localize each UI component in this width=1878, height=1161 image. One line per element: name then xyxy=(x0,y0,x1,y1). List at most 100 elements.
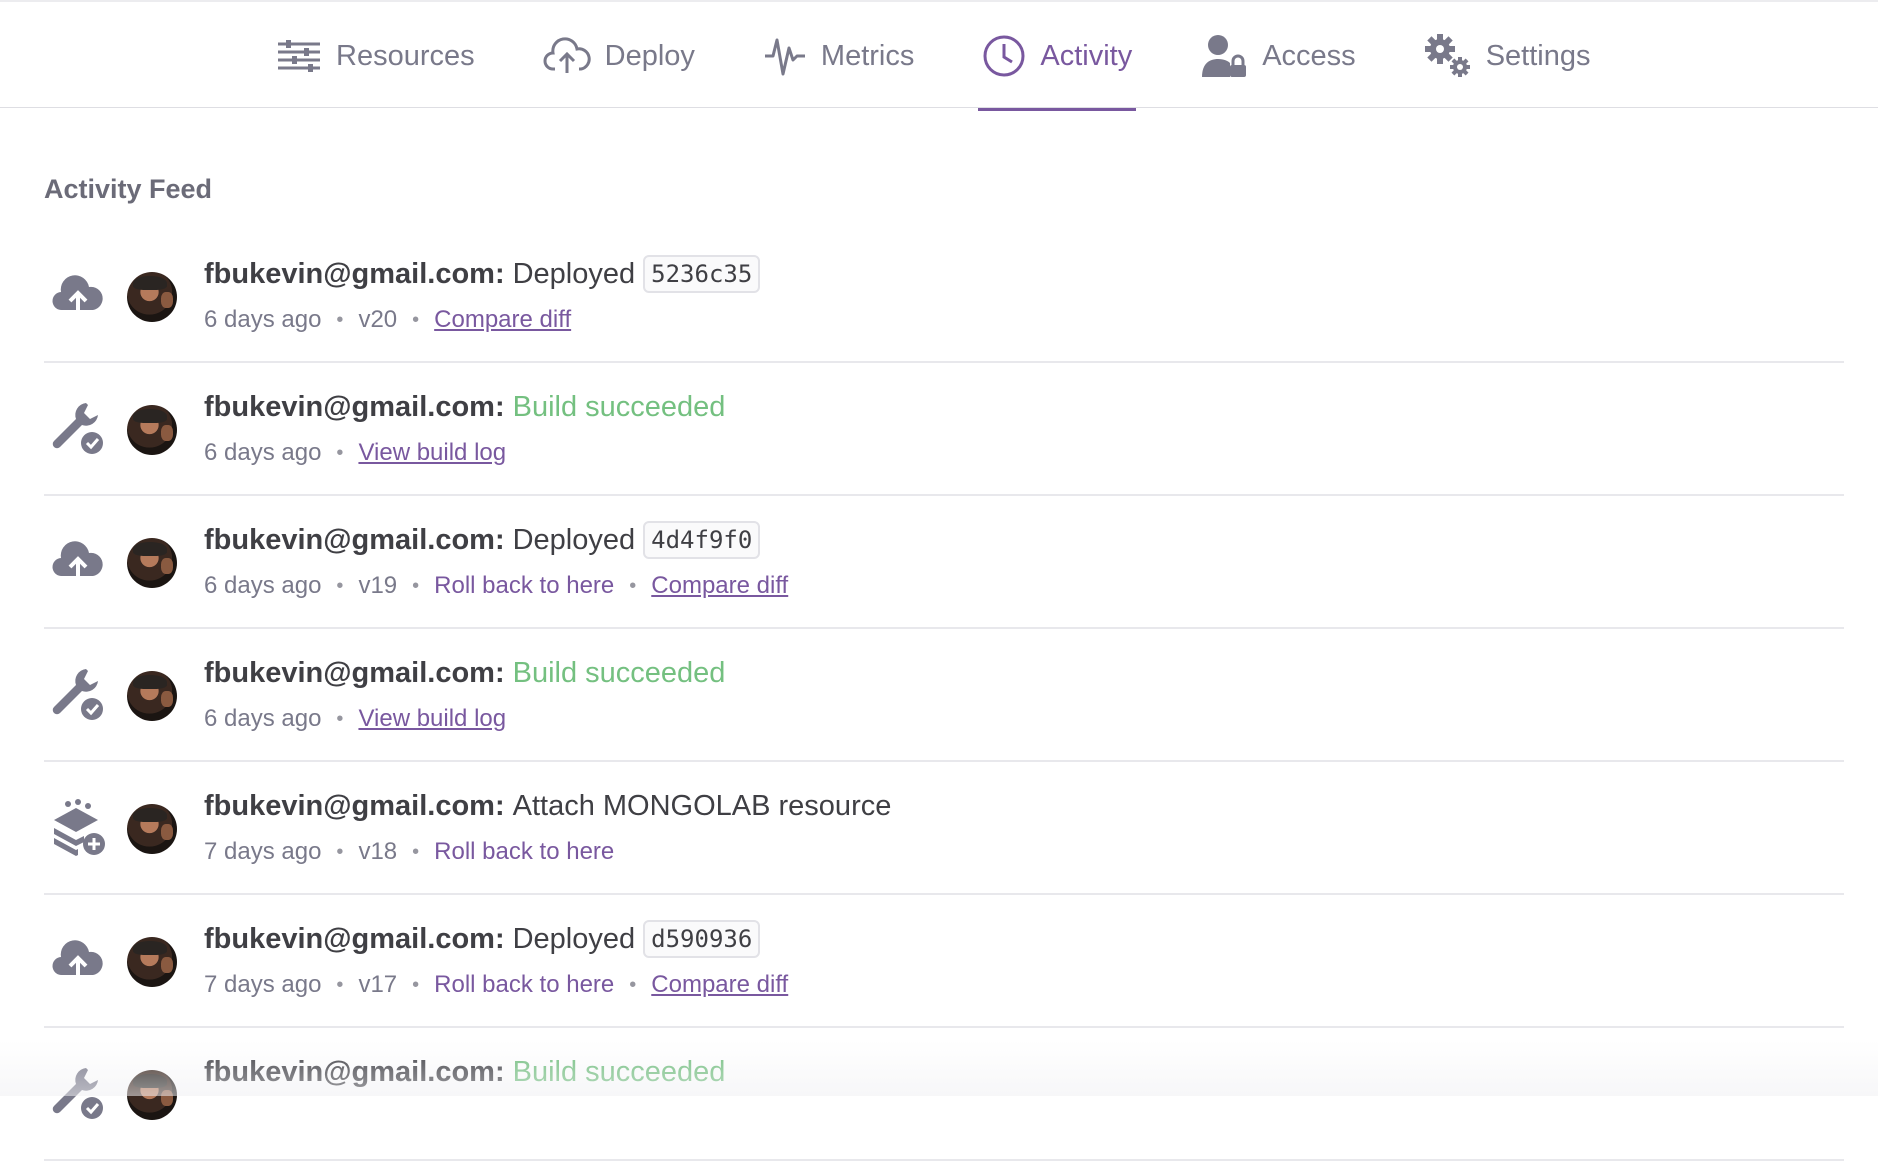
avatar[interactable] xyxy=(127,804,177,854)
activity-item: fbukevin@gmail.com: Build succeeded 6 days… xyxy=(44,629,1844,762)
separator-dot: • xyxy=(336,442,344,464)
separator-dot: • xyxy=(336,575,344,597)
activity-meta: 7 days ago • v17 • Roll back to here • Compare… xyxy=(204,969,788,1001)
activity-user: fbukevin@gmail.com: xyxy=(204,657,505,689)
activity-meta: 6 days ago • v19 • Roll back to here • Compare… xyxy=(204,570,788,602)
avatar[interactable] xyxy=(127,405,177,455)
tab-metrics-label: Metrics xyxy=(820,39,915,72)
tab-settings[interactable]: Settings xyxy=(1420,2,1595,110)
wrench-check-icon xyxy=(48,1064,108,1124)
activity-time: 6 days ago xyxy=(204,306,322,333)
addon-attach-icon xyxy=(48,798,108,858)
activity-icon xyxy=(982,34,1026,78)
activity-time: 6 days ago xyxy=(204,572,322,599)
activity-user: fbukevin@gmail.com: xyxy=(204,258,505,290)
activity-time: 6 days ago xyxy=(204,439,322,466)
commit-hash: 4d4f9f0 xyxy=(643,521,761,559)
wrench-check-icon xyxy=(48,399,108,459)
compare-diff-link[interactable]: Compare diff xyxy=(651,969,788,1001)
release-version: v19 xyxy=(358,572,398,599)
commit-hash: d590936 xyxy=(643,920,761,958)
activity-action: Build succeeded xyxy=(512,1056,726,1088)
activity-action: Attach MONGOLAB resource xyxy=(512,790,892,822)
release-version: v18 xyxy=(358,838,398,865)
tab-activity[interactable]: Activity xyxy=(978,2,1137,111)
compare-diff-link[interactable]: Compare diff xyxy=(651,570,788,602)
tab-deploy-label: Deploy xyxy=(604,39,695,72)
separator-dot: • xyxy=(412,974,420,996)
activity-item: fbukevin@gmail.com: Build succeeded 6 days… xyxy=(44,363,1844,496)
settings-icon xyxy=(1424,33,1472,79)
commit-hash: 5236c35 xyxy=(643,255,761,293)
top-navigation: Resources Deploy Metrics Activity Access xyxy=(0,0,1878,111)
rollback-link[interactable]: Roll back to here xyxy=(434,836,614,868)
tab-activity-label: Activity xyxy=(1040,39,1133,72)
activity-feed-title: Activity Feed xyxy=(44,174,213,204)
tab-metrics[interactable]: Metrics xyxy=(759,2,918,110)
activity-meta: 6 days ago • v20 • Compare diff xyxy=(204,304,571,336)
activity-summary: fbukevin@gmail.com: Build succeeded xyxy=(204,387,725,427)
activity-user: fbukevin@gmail.com: xyxy=(204,391,505,423)
activity-item: fbukevin@gmail.com: Attach MONGOLAB resou… xyxy=(44,762,1844,895)
activity-meta: 7 days ago • v18 • Roll back to here xyxy=(204,836,614,868)
tab-access-label: Access xyxy=(1262,39,1356,72)
resources-icon xyxy=(276,38,322,74)
activity-feed-list: fbukevin@gmail.com: Deployed 5236c35 6 days… xyxy=(44,230,1844,1161)
release-version: v17 xyxy=(358,971,398,998)
activity-summary: fbukevin@gmail.com: Build succeeded xyxy=(204,653,725,693)
separator-dot: • xyxy=(412,309,420,331)
avatar[interactable] xyxy=(127,671,177,721)
activity-time: 6 days ago xyxy=(204,705,322,732)
activity-feed: Activity Feed fbukevin@gmail.com: Deploye… xyxy=(44,108,1844,1161)
activity-user: fbukevin@gmail.com: xyxy=(204,524,505,556)
activity-summary: fbukevin@gmail.com: Attach MONGOLAB resou… xyxy=(204,786,891,826)
tab-access[interactable]: Access xyxy=(1196,2,1359,110)
separator-dot: • xyxy=(336,309,344,331)
activity-item: fbukevin@gmail.com: Build succeeded xyxy=(44,1028,1844,1161)
metrics-icon xyxy=(763,34,807,78)
activity-summary: fbukevin@gmail.com: Build succeeded xyxy=(204,1052,725,1092)
rollback-link[interactable]: Roll back to here xyxy=(434,969,614,1001)
deploy-icon xyxy=(543,37,591,75)
avatar[interactable] xyxy=(127,272,177,322)
activity-item: fbukevin@gmail.com: Deployed d590936 7 days… xyxy=(44,895,1844,1028)
separator-dot: • xyxy=(336,708,344,730)
avatar[interactable] xyxy=(127,538,177,588)
avatar[interactable] xyxy=(127,1070,177,1120)
tab-deploy[interactable]: Deploy xyxy=(539,2,699,110)
activity-action: Build succeeded xyxy=(512,391,726,423)
cloud-upload-icon xyxy=(48,266,108,326)
wrench-check-icon xyxy=(48,665,108,725)
activity-item: fbukevin@gmail.com: Deployed 4d4f9f0 6 days… xyxy=(44,496,1844,629)
activity-user: fbukevin@gmail.com: xyxy=(204,790,505,822)
tab-resources-label: Resources xyxy=(336,39,475,72)
separator-dot: • xyxy=(412,841,420,863)
activity-summary: fbukevin@gmail.com: Deployed 5236c35 xyxy=(204,254,761,294)
separator-dot: • xyxy=(336,974,344,996)
avatar[interactable] xyxy=(127,937,177,987)
tab-settings-label: Settings xyxy=(1485,39,1591,72)
activity-action: Deployed xyxy=(512,524,636,556)
access-icon xyxy=(1200,33,1248,79)
release-version: v20 xyxy=(358,306,398,333)
activity-summary: fbukevin@gmail.com: Deployed d590936 xyxy=(204,919,761,959)
activity-action: Deployed xyxy=(512,923,636,955)
compare-diff-link[interactable]: Compare diff xyxy=(434,304,571,336)
activity-meta: 6 days ago • View build log xyxy=(204,703,506,735)
separator-dot: • xyxy=(629,974,637,996)
activity-meta: 6 days ago • View build log xyxy=(204,437,506,469)
rollback-link[interactable]: Roll back to here xyxy=(434,570,614,602)
cloud-upload-icon xyxy=(48,931,108,991)
activity-action: Deployed xyxy=(512,258,636,290)
activity-item: fbukevin@gmail.com: Deployed 5236c35 6 days… xyxy=(44,230,1844,363)
cloud-upload-icon xyxy=(48,532,108,592)
view-build-log-link[interactable]: View build log xyxy=(358,437,506,469)
activity-user: fbukevin@gmail.com: xyxy=(204,1056,505,1088)
view-build-log-link[interactable]: View build log xyxy=(358,703,506,735)
activity-summary: fbukevin@gmail.com: Deployed 4d4f9f0 xyxy=(204,520,761,560)
nav-tabs: Resources Deploy Metrics Activity Access xyxy=(272,2,1654,111)
activity-user: fbukevin@gmail.com: xyxy=(204,923,505,955)
activity-time: 7 days ago xyxy=(204,971,322,998)
separator-dot: • xyxy=(412,575,420,597)
tab-resources[interactable]: Resources xyxy=(272,2,479,110)
